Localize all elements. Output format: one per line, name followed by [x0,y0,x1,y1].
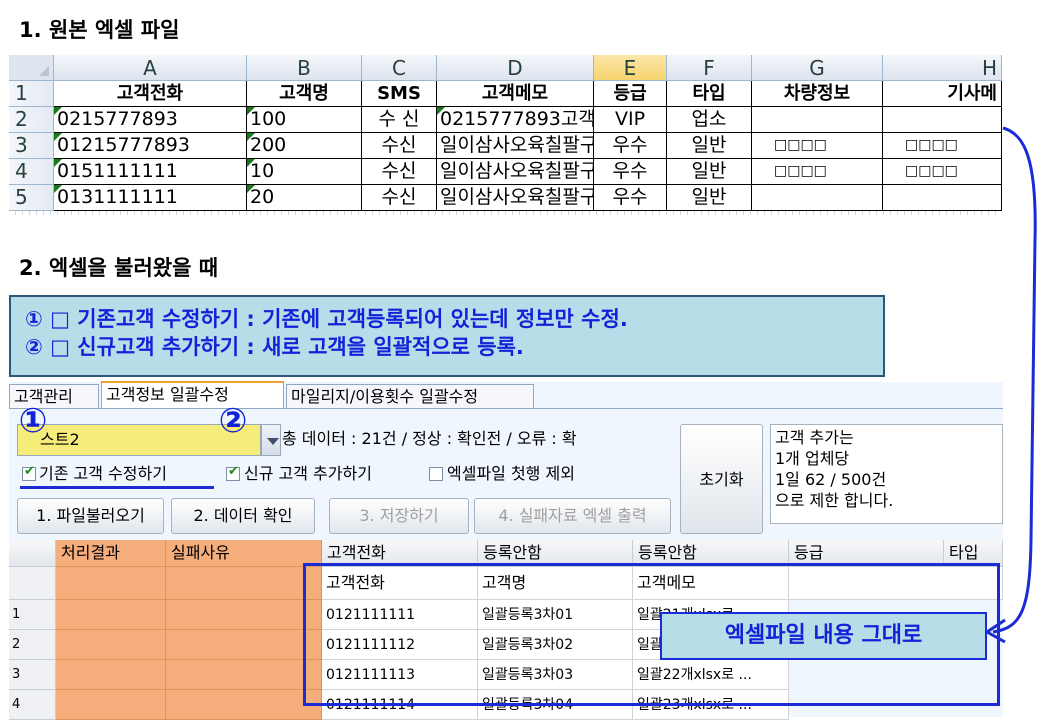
row-header-1[interactable]: 1 [9,81,54,107]
tab-strip-divider [9,408,1003,409]
excel-cell[interactable]: □□□□ [752,133,883,159]
marker-1: ① [18,401,48,441]
excel-cell[interactable] [752,107,883,133]
column-header-h[interactable]: H [883,55,1002,81]
grid-cell-fail-reason [166,567,322,600]
row-header-3[interactable]: 3 [9,133,54,159]
curved-arrow-icon [986,126,1037,644]
column-header-a[interactable]: A [54,55,247,81]
excel-header-vehicle[interactable]: 차량정보 [752,81,883,107]
grid-row-number[interactable]: 2 [9,630,56,660]
excel-cell[interactable]: □□□□ [752,159,883,185]
column-header-d[interactable]: D [437,55,594,81]
excel-header-sms[interactable]: SMS [362,81,437,107]
excel-cell[interactable]: VIP [594,107,667,133]
excel-cell[interactable] [752,185,883,211]
excel-cell[interactable]: 일반 [667,185,752,211]
excel-cell[interactable]: 일이삼사오육칠팔구 [437,133,594,159]
excel-cell[interactable]: 200 [247,133,362,159]
marker-2: ② [218,401,248,441]
excel-cell[interactable]: 일반 [667,159,752,185]
grid-row-number[interactable]: 3 [9,660,56,690]
new-customer-label[interactable]: 신규 고객 추가하기 [244,463,372,485]
excel-cell[interactable]: 0215777893고객 [437,107,594,133]
grid-cell-fail-reason [166,630,322,660]
excel-cell[interactable]: 일이삼사오육칠팔구 [437,159,594,185]
exclude-first-row-checkbox[interactable] [429,467,443,481]
row-header-5[interactable]: 5 [9,185,54,211]
grid-header-fail-reason[interactable]: 실패사유 [166,540,322,567]
excel-header-driver[interactable]: 기사메 [883,81,1002,107]
excel-header-phone[interactable]: 고객전화 [54,81,247,107]
excel-cell[interactable]: 20 [247,185,362,211]
grid-cell-fail-reason [166,600,322,630]
option-explanation-callout: ① □ 기존고객 수정하기 : 기존에 고객등록되어 있는데 정보만 수정. ②… [9,295,885,377]
excel-sheet: A B C D E F G H 1 2 3 4 5 고객전화 고객명 SMS 고… [9,55,1002,215]
existing-customer-label[interactable]: 기존 고객 수정하기 [39,463,167,485]
grid-cell-fail-reason [166,660,322,690]
grid-corner [9,540,56,567]
grid-row-number[interactable]: 4 [9,690,56,720]
excel-header-grade[interactable]: 등급 [594,81,667,107]
existing-option-underline [20,486,214,489]
row-header-2[interactable]: 2 [9,107,54,133]
callout-line-existing: ① □ 기존고객 수정하기 : 기존에 고객등록되어 있는데 정보만 수정. [25,307,628,331]
load-file-button[interactable]: 1. 파일불러오기 [17,498,164,534]
export-failures-button[interactable]: 4. 실패자료 엑셀 출력 [474,498,671,534]
excel-cell[interactable]: 10 [247,159,362,185]
excel-header-type[interactable]: 타입 [667,81,752,107]
excel-cell[interactable]: 우수 [594,159,667,185]
excel-cell[interactable]: 100 [247,107,362,133]
grid-cell-result [56,630,166,660]
column-header-c[interactable]: C [362,55,437,81]
new-customer-checkbox[interactable] [226,464,240,481]
column-header-f[interactable]: F [667,55,752,81]
grid-row-number[interactable]: 1 [9,600,56,630]
grid-header-result[interactable]: 처리결과 [56,540,166,567]
excel-cell[interactable]: 수신 [362,133,437,159]
store-select-dropdown-button[interactable] [261,424,281,456]
row-header-4[interactable]: 4 [9,159,54,185]
sheet-cut-edge [9,211,1002,215]
excel-cell[interactable]: 수신 [362,185,437,211]
excel-cell[interactable]: 우수 [594,185,667,211]
grid-row-header [9,567,56,600]
tab-mileage-bulk-edit[interactable]: 마일리지/이용횟수 일괄수정 [286,384,534,408]
excel-cell[interactable]: 일이삼사오육칠팔구 [437,185,594,211]
verify-data-button[interactable]: 2. 데이터 확인 [171,498,315,534]
excel-cell[interactable]: 수 신 [362,107,437,133]
grid-cell-result [56,567,166,600]
excel-cell[interactable]: 업소 [667,107,752,133]
exclude-first-row-label[interactable]: 엑셀파일 첫행 제외 [447,463,575,485]
excel-cell[interactable]: 0131111111 [54,185,247,211]
select-all-corner[interactable] [9,55,54,81]
excel-header-name[interactable]: 고객명 [247,81,362,107]
excel-cell[interactable]: 0215777893 [54,107,247,133]
excel-cell[interactable]: 0151111111 [54,159,247,185]
excel-header-memo[interactable]: 고객메모 [437,81,594,107]
grid-cell-result [56,600,166,630]
grid-cell-fail-reason [166,690,322,720]
excel-cell[interactable]: 우수 [594,133,667,159]
grid-cell-result [56,660,166,690]
callout-line-new: ② □ 신규고객 추가하기 : 새로 고객을 일괄적으로 등록. [25,335,524,359]
reset-button[interactable]: 초기화 [680,424,763,534]
section1-title: 1. 원본 엑셀 파일 [19,18,180,42]
excel-content-label: 엑셀파일 내용 그대로 [660,612,987,660]
column-header-b[interactable]: B [247,55,362,81]
excel-cell[interactable]: 수신 [362,159,437,185]
data-summary: 총 데이터 : 21건 / 정상 : 확인전 / 오류 : 확 [282,429,577,448]
limit-notice: 고객 추가는 1개 업체당 1일 62 / 500건 으로 제한 합니다. [770,424,1003,524]
existing-customer-checkbox[interactable] [22,464,36,481]
grid-cell-result [56,690,166,720]
section2-title: 2. 엑셀을 불러왔을 때 [19,256,219,280]
column-header-g[interactable]: G [752,55,883,81]
excel-cell[interactable]: 일반 [667,133,752,159]
column-header-e[interactable]: E [594,55,667,81]
excel-cell[interactable]: 01215777893 [54,133,247,159]
save-button[interactable]: 3. 저장하기 [329,498,469,534]
